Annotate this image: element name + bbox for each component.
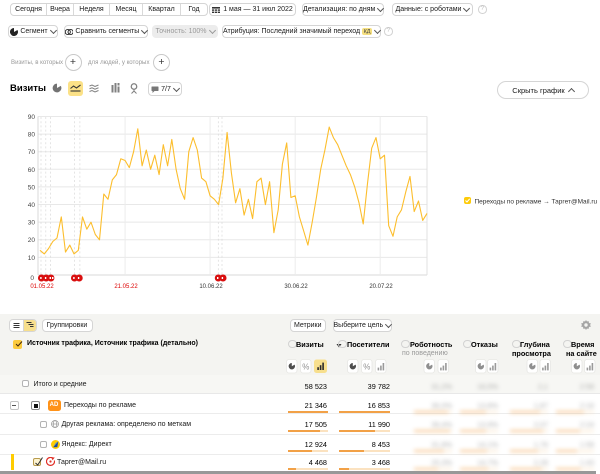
svg-text:30.06.22: 30.06.22 [284,284,308,290]
svg-text:10: 10 [28,255,36,262]
svg-text:%: % [302,362,309,371]
svg-text:70: 70 [28,149,36,156]
svg-text:20.07.22: 20.07.22 [369,284,393,290]
svg-text:01.05.22: 01.05.22 [30,284,54,290]
svg-text:21.05.22: 21.05.22 [114,284,138,290]
svg-text:%: % [363,362,370,371]
svg-text:10.06.22: 10.06.22 [199,284,223,290]
svg-text:Переходы по рекламе → Таргет@M: Переходы по рекламе → Таргет@Mail.ru [475,199,598,206]
svg-text:0: 0 [30,275,34,282]
svg-text:30: 30 [28,220,36,227]
svg-text:50: 50 [28,184,36,191]
svg-text:40: 40 [28,202,36,209]
svg-text:60: 60 [28,167,36,174]
svg-text:90: 90 [28,114,36,121]
svg-text:20: 20 [28,237,36,244]
svg-text:80: 80 [28,132,36,139]
